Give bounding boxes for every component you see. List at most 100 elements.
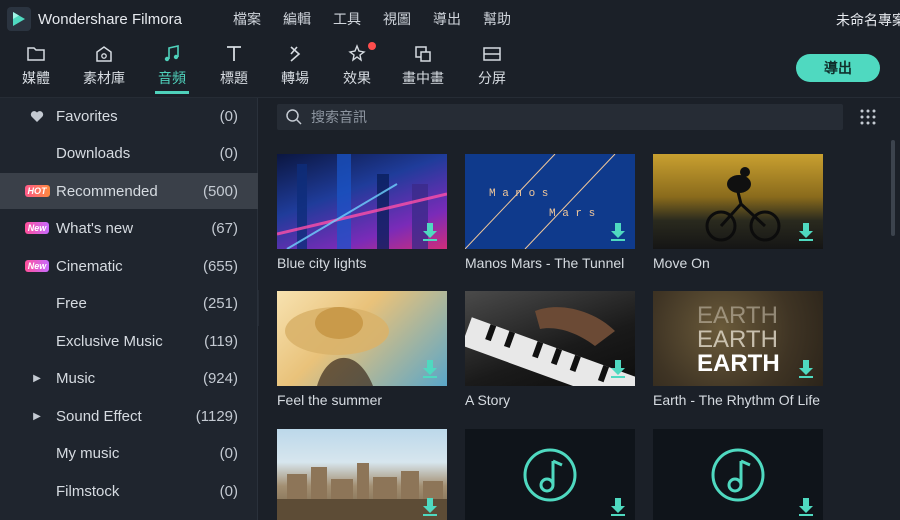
app-title: Wondershare Filmora (38, 10, 182, 28)
download-icon[interactable] (611, 360, 625, 378)
track-thumbnail (277, 429, 447, 520)
sidebar-item-count: (0) (219, 144, 238, 162)
sidebar-item-count: (0) (219, 444, 238, 462)
tab-split-screen[interactable]: 分屏 (475, 42, 509, 94)
track-card-feel-the-summer[interactable]: Feel the summer (277, 291, 447, 408)
sidebar-item-label: Downloads (56, 144, 131, 162)
sidebar-item-recommended[interactable]: HOT Recommended (500) (0, 173, 258, 209)
sidebar-item-count: (655) (202, 257, 238, 275)
tab-pip[interactable]: 畫中畫 (400, 42, 446, 94)
search-icon (286, 109, 302, 125)
title-bar: Wondershare Filmora 檔案 編輯 工具 視圖 導出 幫助 未命… (0, 0, 900, 38)
menu-edit[interactable]: 編輯 (272, 9, 322, 29)
tab-titles-label: 標題 (220, 70, 248, 86)
tab-media-label: 媒體 (22, 70, 50, 86)
sidebar-item-count: (0) (219, 107, 238, 125)
download-icon[interactable] (799, 498, 813, 516)
menu-file[interactable]: 檔案 (222, 9, 272, 29)
tab-transitions[interactable]: 轉場 (278, 42, 312, 94)
expand-caret-icon[interactable]: ▶ (22, 373, 52, 384)
sidebar-item-sound-effect[interactable]: ▶ Sound Effect (1129) (0, 398, 258, 434)
expand-caret-icon[interactable]: ▶ (22, 411, 52, 422)
summer-hat-artwork (285, 307, 389, 386)
track-card[interactable] (277, 429, 447, 520)
download-icon[interactable] (423, 223, 437, 241)
sidebar-item-label: Sound Effect (56, 407, 142, 425)
tab-transitions-label: 轉場 (281, 70, 309, 86)
track-title: Manos Mars - The Tunnel (465, 255, 625, 271)
hot-badge: HOT (22, 185, 52, 197)
menu-help[interactable]: 幫助 (472, 9, 522, 29)
cyclist-artwork (705, 167, 781, 242)
sidebar-item-my-music[interactable]: My music (0) (0, 435, 258, 471)
track-title: Earth - The Rhythm Of Life (653, 392, 821, 408)
track-card[interactable] (653, 429, 823, 520)
sidebar-item-label: Favorites (56, 107, 118, 125)
track-thumbnail: M a n o s M a r s (465, 154, 635, 249)
sidebar-item-filmstock[interactable]: Filmstock (0) (0, 473, 258, 509)
pip-icon (415, 46, 431, 62)
menu-export[interactable]: 導出 (422, 9, 472, 29)
city-lights-artwork (277, 154, 447, 249)
tab-audio-label: 音頻 (158, 70, 186, 86)
menu-view[interactable]: 視圖 (372, 9, 422, 29)
download-icon[interactable] (423, 498, 437, 516)
library-icon (96, 46, 112, 62)
sidebar-item-label: Filmstock (56, 482, 120, 500)
track-card-move-on[interactable]: Move On (653, 154, 823, 271)
track-title: Blue city lights (277, 255, 367, 271)
artwork-text: EARTH (697, 326, 778, 353)
audio-browser: Blue city lights M a n o s M a r s Manos… (259, 98, 900, 520)
sidebar-item-count: (251) (202, 294, 238, 312)
export-button[interactable]: 導出 (796, 54, 880, 82)
tab-media[interactable]: 媒體 (18, 42, 54, 94)
sidebar-item-downloads[interactable]: Downloads (0) (0, 135, 258, 171)
sidebar-item-label: My music (56, 444, 120, 462)
download-icon[interactable] (799, 360, 813, 378)
sidebar-item-label: Free (56, 294, 87, 312)
sidebar-item-label: Music (56, 369, 96, 387)
download-icon[interactable] (611, 498, 625, 516)
track-card-earth[interactable]: EARTH EARTH EARTH Earth - The Rhythm Of … (653, 291, 823, 408)
sidebar-item-favorites[interactable]: Favorites (0) (0, 98, 258, 134)
grid-view-icon[interactable] (859, 108, 877, 126)
folder-icon (27, 47, 45, 61)
download-icon[interactable] (611, 223, 625, 241)
download-icon[interactable] (423, 360, 437, 378)
heart-icon (22, 110, 52, 123)
effects-icon (348, 44, 366, 62)
sidebar-item-count: (500) (202, 182, 238, 200)
tab-titles[interactable]: 標題 (217, 42, 251, 94)
sidebar-item-count: (119) (204, 332, 238, 350)
tab-library-label: 素材庫 (83, 70, 125, 86)
tab-library[interactable]: 素材庫 (80, 42, 128, 94)
scrollbar-thumb[interactable] (891, 140, 895, 236)
track-title: Move On (653, 255, 710, 271)
sidebar-item-whats-new[interactable]: New What's new (67) (0, 210, 258, 246)
download-icon[interactable] (799, 223, 813, 241)
project-name: 未命名專案 (836, 12, 900, 28)
sidebar-item-label: What's new (56, 219, 134, 237)
split-screen-icon (483, 47, 501, 61)
sidebar-item-count: (924) (202, 369, 238, 387)
track-card[interactable] (465, 429, 635, 520)
sidebar-item-cinematic[interactable]: New Cinematic (655) (0, 248, 258, 284)
tab-effects[interactable]: 效果 (340, 42, 376, 94)
sidebar-item-exclusive-music[interactable]: Exclusive Music (119) (0, 323, 258, 359)
artwork-text: EARTH (697, 302, 778, 329)
track-thumbnail (465, 429, 635, 520)
sidebar-item-count: (0) (219, 482, 238, 500)
track-card-manos-mars[interactable]: M a n o s M a r s Manos Mars - The Tunne… (465, 154, 635, 271)
sidebar-item-free[interactable]: Free (251) (0, 285, 258, 321)
tab-pip-label: 畫中畫 (402, 70, 444, 86)
menu-tools[interactable]: 工具 (322, 9, 372, 29)
sidebar-item-music[interactable]: ▶ Music (924) (0, 360, 258, 396)
track-thumbnail (465, 291, 635, 386)
artwork-text: EARTH (697, 350, 780, 377)
track-card-blue-city-lights[interactable]: Blue city lights (277, 154, 447, 271)
search-input[interactable] (311, 109, 811, 125)
track-thumbnail (277, 291, 447, 386)
track-card-a-story[interactable]: A Story (465, 291, 635, 408)
tab-audio[interactable]: 音頻 (155, 42, 189, 94)
title-text-icon (227, 46, 241, 61)
